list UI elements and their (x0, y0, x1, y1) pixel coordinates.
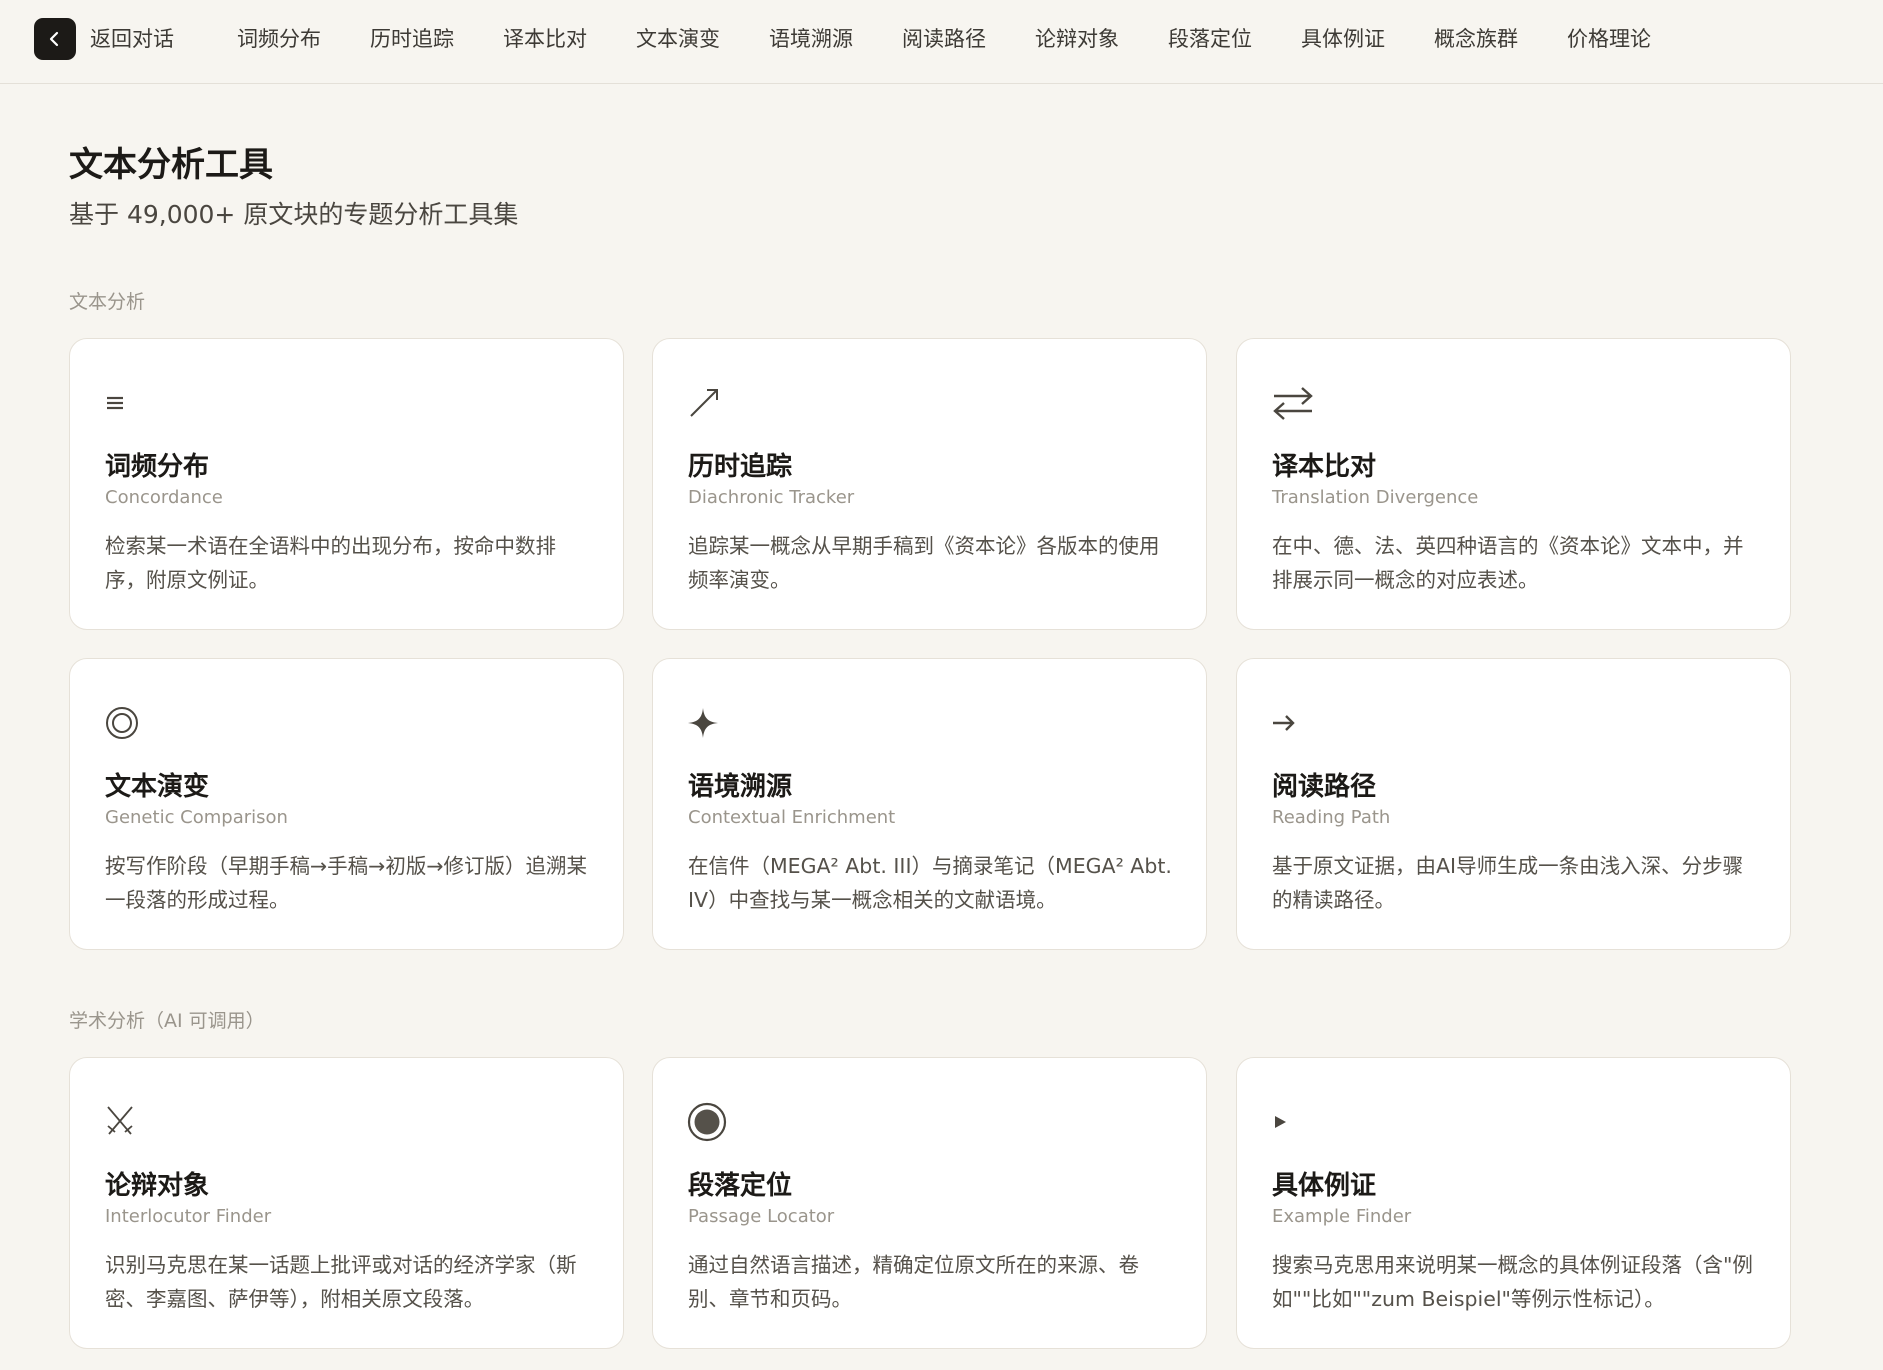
nav-tabs: 词频分布 历时追踪 译本比对 文本演变 语境溯源 阅读路径 论辩对象 段落定位 … (237, 24, 1700, 54)
right-arrow-icon (1271, 703, 1315, 743)
page-subtitle: 基于 49,000+ 原文块的专题分析工具集 (69, 200, 519, 229)
card-title: 文本演变 (105, 772, 210, 802)
tool-card-interlocutor[interactable]: 论辩对象 Interlocutor Finder 识别马克思在某一话题上批评或对… (69, 1057, 624, 1349)
tab-diachronic[interactable]: 历时追踪 (370, 24, 454, 54)
tab-passage-locator[interactable]: 段落定位 (1168, 24, 1252, 54)
tool-card-translation[interactable]: 译本比对 Translation Divergence 在中、德、法、英四种语言… (1236, 338, 1791, 630)
tab-context[interactable]: 语境溯源 (769, 24, 853, 54)
card-description: 识别马克思在某一话题上批评或对话的经济学家（斯密、李嘉图、萨伊等），附相关原文段… (105, 1253, 577, 1311)
crossed-swords-icon (104, 1102, 148, 1142)
tab-examples[interactable]: 具体例证 (1301, 24, 1385, 54)
tool-card-reading-path[interactable]: 阅读路径 Reading Path 基于原文证据，由AI导师生成一条由浅入深、分… (1236, 658, 1791, 950)
play-triangle-icon (1271, 1102, 1315, 1142)
tab-reading-path[interactable]: 阅读路径 (902, 24, 986, 54)
tool-card-concordance[interactable]: 词频分布 Concordance 检索某一术语在全语料中的出现分布，按命中数排序… (69, 338, 624, 630)
card-title: 译本比对 (1272, 452, 1377, 482)
tab-translation[interactable]: 译本比对 (503, 24, 587, 54)
tool-card-examples[interactable]: 具体例证 Example Finder 搜索马克思用来说明某一概念的具体例证段落… (1236, 1057, 1791, 1349)
chevron-left-icon (46, 30, 64, 48)
target-icon (687, 1102, 731, 1142)
tool-card-context[interactable]: 语境溯源 Contextual Enrichment 在信件（MEGA² Abt… (652, 658, 1207, 950)
card-subtitle: Diachronic Tracker (688, 487, 855, 508)
card-description: 按写作阶段（早期手稿→手稿→初版→修订版）追溯某一段落的形成过程。 (105, 854, 588, 912)
page-title: 文本分析工具 (69, 145, 273, 185)
card-subtitle: Concordance (105, 487, 223, 508)
card-title: 论辩对象 (105, 1171, 210, 1201)
card-title: 段落定位 (688, 1171, 793, 1201)
concentric-circle-icon (104, 703, 148, 743)
card-title: 历时追踪 (688, 452, 793, 482)
section-label-text-analysis: 文本分析 (69, 291, 146, 313)
card-subtitle: Translation Divergence (1272, 487, 1479, 508)
tab-interlocutor[interactable]: 论辩对象 (1035, 24, 1119, 54)
card-subtitle: Reading Path (1272, 807, 1391, 828)
card-description: 追踪某一概念从早期手稿到《资本论》各版本的使用频率演变。 (688, 534, 1160, 592)
card-description: 通过自然语言描述，精确定位原文所在的来源、卷别、章节和页码。 (688, 1253, 1139, 1311)
tab-price-theory[interactable]: 价格理论 (1567, 24, 1651, 54)
trend-arrow-icon (687, 383, 731, 423)
card-description: 检索某一术语在全语料中的出现分布，按命中数排序，附原文例证。 (105, 534, 556, 592)
tab-concept-family[interactable]: 概念族群 (1434, 24, 1518, 54)
card-title: 语境溯源 (688, 772, 793, 802)
card-description: 搜索马克思用来说明某一概念的具体例证段落（含"例如""比如""zum Beisp… (1272, 1253, 1753, 1311)
top-navigation: 返回对话 词频分布 历时追踪 译本比对 文本演变 语境溯源 阅读路径 论辩对象 … (0, 0, 1883, 84)
card-subtitle: Passage Locator (688, 1206, 835, 1227)
tab-genetic[interactable]: 文本演变 (636, 24, 720, 54)
card-title: 词频分布 (105, 452, 210, 482)
back-label[interactable]: 返回对话 (90, 24, 174, 54)
sparkle-icon (687, 703, 731, 743)
tool-card-genetic[interactable]: 文本演变 Genetic Comparison 按写作阶段（早期手稿→手稿→初版… (69, 658, 624, 950)
card-description: 基于原文证据，由AI导师生成一条由浅入深、分步骤的精读路径。 (1272, 854, 1744, 912)
card-subtitle: Contextual Enrichment (688, 807, 896, 828)
tool-card-passage-locator[interactable]: 段落定位 Passage Locator 通过自然语言描述，精确定位原文所在的来… (652, 1057, 1207, 1349)
section-label-academic-analysis: 学术分析（AI 可调用） (69, 1010, 265, 1032)
card-description: 在中、德、法、英四种语言的《资本论》文本中，并排展示同一概念的对应表述。 (1272, 534, 1744, 592)
card-subtitle: Example Finder (1272, 1206, 1412, 1227)
tab-concordance[interactable]: 词频分布 (237, 24, 321, 54)
card-title: 具体例证 (1272, 1171, 1377, 1201)
card-subtitle: Interlocutor Finder (105, 1206, 272, 1227)
list-icon (104, 383, 148, 423)
back-button[interactable] (34, 18, 76, 60)
swap-arrows-icon (1271, 383, 1315, 423)
card-title: 阅读路径 (1272, 772, 1377, 802)
card-description: 在信件（MEGA² Abt. III）与摘录笔记（MEGA² Abt. IV）中… (688, 854, 1172, 912)
card-subtitle: Genetic Comparison (105, 807, 288, 828)
tool-card-diachronic[interactable]: 历时追踪 Diachronic Tracker 追踪某一概念从早期手稿到《资本论… (652, 338, 1207, 630)
